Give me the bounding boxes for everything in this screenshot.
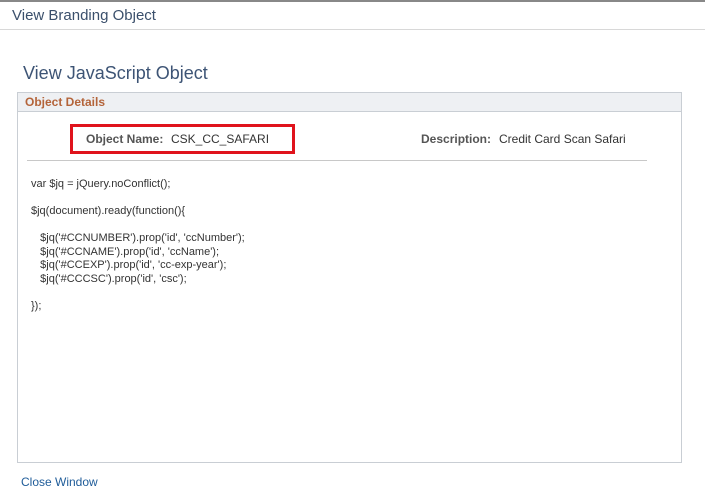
description-label: Description:	[421, 132, 492, 146]
details-divider	[27, 160, 647, 161]
page: View Branding Object View JavaScript Obj…	[0, 0, 705, 494]
object-name-value: CSK_CC_SAFARI	[171, 132, 270, 146]
page-title: View JavaScript Object	[23, 63, 208, 83]
object-details-header: Object Details	[18, 93, 681, 112]
window-title: View Branding Object	[12, 7, 156, 24]
object-details-label: Object Details	[25, 95, 106, 109]
close-window-link[interactable]: Close Window	[21, 475, 98, 489]
top-bar: View Branding Object	[0, 0, 705, 30]
object-name-label: Object Name:	[86, 132, 164, 146]
description-value: Credit Card Scan Safari	[499, 132, 626, 146]
javascript-code: var $jq = jQuery.noConflict(); $jq(docum…	[31, 178, 245, 312]
object-details-panel: Object Details Object Name: CSK_CC_SAFAR…	[17, 92, 682, 463]
